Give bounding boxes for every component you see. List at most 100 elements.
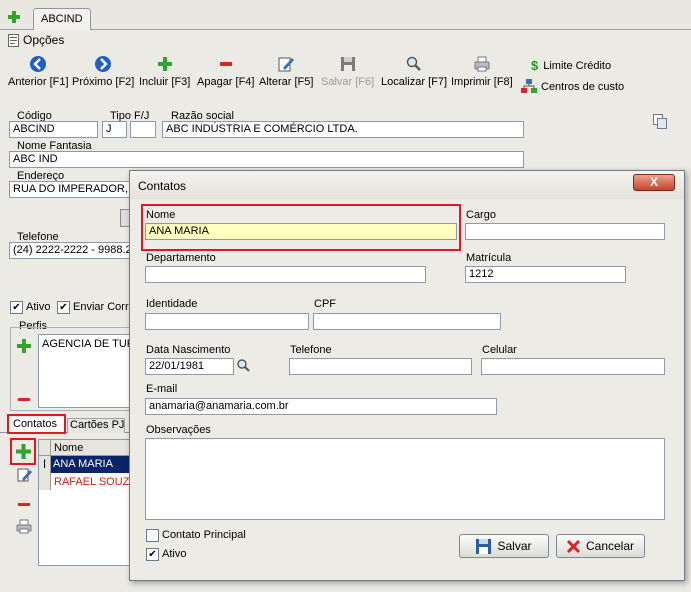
ativo-dialog-label: Ativo <box>162 548 187 560</box>
grid-header-nome-label: Nome <box>54 442 84 454</box>
document-icon <box>8 33 19 47</box>
anterior-label: Anterior [F1] <box>8 76 69 88</box>
apagar-button[interactable]: Apagar [F4] <box>197 55 254 88</box>
enviar-checkbox[interactable]: ✔ <box>57 301 70 314</box>
table-row[interactable]: RAFAEL SOUZ <box>51 473 135 490</box>
salvar-dialog-button[interactable]: Salvar <box>459 534 549 558</box>
add-contact-icon[interactable] <box>16 444 31 462</box>
departamento-field[interactable] <box>145 266 426 283</box>
remove-perfil-icon[interactable] <box>18 393 30 405</box>
proximo-label: Próximo [F2] <box>72 76 135 88</box>
razao-social-field[interactable]: ABC INDÚSTRIA E COMÉRCIO LTDA. <box>162 121 524 138</box>
celular-label: Celular <box>482 344 517 356</box>
save-floppy-icon <box>340 57 355 71</box>
document-tab-bar <box>0 0 691 30</box>
row-indicator-1: I <box>39 456 51 473</box>
options-label: Opções <box>23 33 65 47</box>
observacoes-label: Observações <box>146 424 211 436</box>
cargo-field[interactable] <box>465 223 665 240</box>
arrow-left-circle-icon <box>30 56 47 72</box>
remove-contact-icon[interactable] <box>18 498 30 510</box>
incluir-label: Incluir [F3] <box>139 76 191 88</box>
contato-principal-checkbox[interactable] <box>146 529 159 542</box>
telefone-dialog-field[interactable] <box>289 358 472 375</box>
options-menu[interactable]: Opções <box>8 33 64 47</box>
tab-abcind-label: ABCIND <box>41 13 83 25</box>
grid-header-nome[interactable]: Nome <box>51 440 135 456</box>
limite-credito-button[interactable]: $ Limite Crédito <box>531 58 611 73</box>
localizar-label: Localizar [F7] <box>381 76 448 88</box>
search-magnifier-icon <box>406 56 421 71</box>
tab-abcind[interactable]: ABCIND <box>33 8 91 30</box>
alterar-label: Alterar [F5] <box>259 76 314 88</box>
tab-cartoes-label: Cartões PJ <box>70 419 125 431</box>
nascimento-field[interactable]: 22/01/1981 <box>145 358 234 375</box>
salvar-label: Salvar [F6] <box>321 76 375 88</box>
row-name-2: RAFAEL SOUZ <box>54 476 130 488</box>
centros-custo-button[interactable]: Centros de custo <box>521 79 624 94</box>
imprimir-label: Imprimir [F8] <box>451 76 513 88</box>
edit-pencil-icon <box>278 57 295 72</box>
email-field[interactable]: anamaria@anamaria.com.br <box>145 398 497 415</box>
nome-field[interactable]: ANA MARIA <box>145 223 457 240</box>
perfil-item: AGENCIA DE TUF <box>42 338 134 350</box>
telefone-field[interactable]: (24) 2222-2222 - 9988.2 <box>9 242 134 259</box>
localizar-button[interactable]: Localizar [F7] <box>381 55 447 88</box>
tab-cartoes[interactable]: Cartões PJ <box>67 418 125 433</box>
close-button[interactable]: X <box>633 174 675 191</box>
imprimir-button[interactable]: Imprimir [F8] <box>451 55 513 88</box>
row-name-1: ANA MARIA <box>53 458 113 470</box>
contato-principal-label: Contato Principal <box>162 529 246 541</box>
print-contact-icon[interactable] <box>16 519 32 537</box>
alterar-button[interactable]: Alterar [F5] <box>259 55 313 88</box>
incluir-button[interactable]: Incluir [F3] <box>139 55 190 88</box>
copy-icon[interactable] <box>653 114 667 132</box>
salvar-dialog-label: Salvar <box>497 539 532 553</box>
departamento-label: Departamento <box>146 252 216 264</box>
proximo-button[interactable]: Próximo [F2] <box>72 55 134 88</box>
new-tab-plus-icon[interactable] <box>7 10 21 24</box>
row-indicator-2 <box>39 473 51 490</box>
add-perfil-icon[interactable] <box>17 339 31 356</box>
identidade-field[interactable] <box>145 313 309 330</box>
observacoes-textarea[interactable] <box>145 438 665 520</box>
anterior-button[interactable]: Anterior [F1] <box>8 55 69 88</box>
cpf-field[interactable] <box>313 313 501 330</box>
cancelar-dialog-label: Cancelar <box>585 539 635 553</box>
ativo-checkbox[interactable]: ✔ <box>10 301 23 314</box>
arrow-right-circle-icon <box>95 56 112 72</box>
highlight-contatos-tab <box>7 414 66 434</box>
ativo-dialog-checkbox[interactable]: ✔ <box>146 548 159 561</box>
enviar-label: Enviar Corre <box>73 301 135 313</box>
nascimento-label: Data Nascimento <box>146 344 231 356</box>
minus-icon <box>219 62 232 66</box>
salvar-button[interactable]: Salvar [F6] <box>321 55 374 88</box>
dialog-title: Contatos <box>138 179 187 193</box>
cancelar-dialog-button[interactable]: Cancelar <box>556 534 645 558</box>
endereco-field[interactable]: RUA DO IMPERADOR, <box>9 181 134 198</box>
contatos-dialog: Contatos X Nome ANA MARIA Cargo Departam… <box>129 170 685 581</box>
cargo-label: Cargo <box>466 209 496 221</box>
celular-field[interactable] <box>481 358 665 375</box>
plus-icon <box>157 57 172 71</box>
dialog-title-bar: Contatos <box>130 171 684 199</box>
close-icon: X <box>649 175 658 189</box>
limite-credito-label: Limite Crédito <box>543 59 612 72</box>
apagar-label: Apagar [F4] <box>197 76 255 88</box>
table-row[interactable]: ANA MARIA <box>51 456 135 473</box>
grid-header-indicator <box>39 440 51 456</box>
perfis-list[interactable]: AGENCIA DE TUF <box>38 334 135 408</box>
save-floppy-icon <box>476 538 492 554</box>
tipo-field[interactable]: J <box>102 121 127 138</box>
matricula-field[interactable]: 1212 <box>465 266 626 283</box>
email-label: E-mail <box>146 383 178 395</box>
codigo-field[interactable]: ABCIND <box>9 121 98 138</box>
edit-contact-icon[interactable] <box>17 467 32 485</box>
ativo-label: Ativo <box>26 301 51 313</box>
nome-label: Nome <box>146 209 176 221</box>
identidade-label: Identidade <box>146 298 198 310</box>
nome-fantasia-field[interactable]: ABC IND <box>9 151 524 168</box>
printer-icon <box>474 56 490 72</box>
tipo-extra-field[interactable] <box>130 121 156 138</box>
date-search-icon[interactable] <box>236 358 251 377</box>
